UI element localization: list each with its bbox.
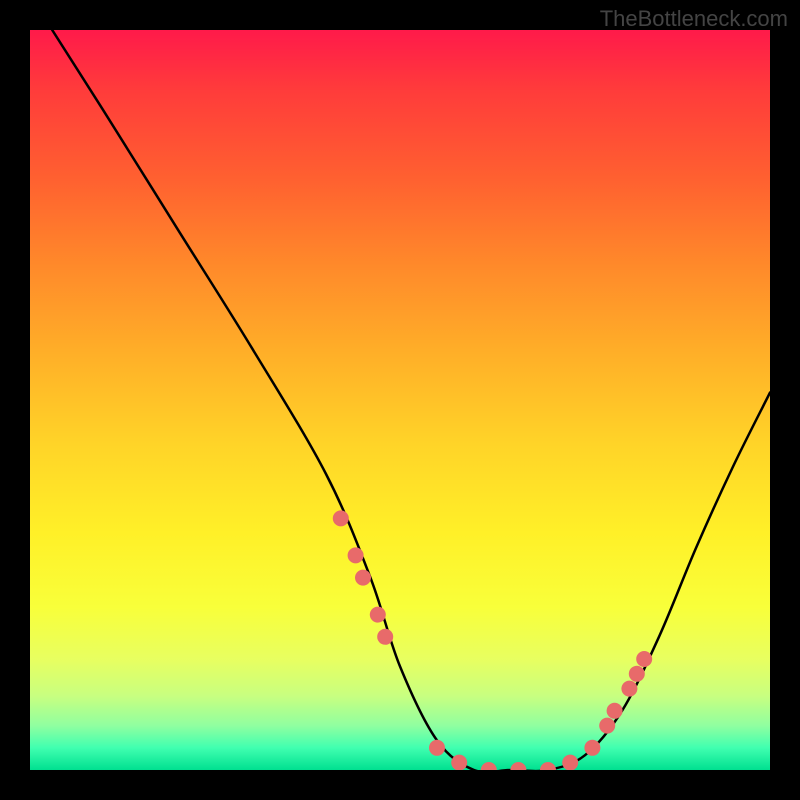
marker-dot — [584, 740, 600, 756]
marker-dot — [540, 762, 556, 770]
watermark-text: TheBottleneck.com — [600, 6, 788, 32]
chart-plot-area — [30, 30, 770, 770]
bottleneck-curve-line — [52, 30, 770, 770]
marker-dot — [348, 547, 364, 563]
chart-svg — [30, 30, 770, 770]
marker-dot — [562, 755, 578, 770]
marker-dot — [370, 607, 386, 623]
marker-dot — [481, 762, 497, 770]
marker-dot — [333, 510, 349, 526]
marker-dots-group — [333, 510, 652, 770]
marker-dot — [429, 740, 445, 756]
marker-dot — [355, 570, 371, 586]
marker-dot — [607, 703, 623, 719]
marker-dot — [599, 718, 615, 734]
marker-dot — [629, 666, 645, 682]
marker-dot — [621, 681, 637, 697]
marker-dot — [510, 762, 526, 770]
marker-dot — [451, 755, 467, 770]
marker-dot — [636, 651, 652, 667]
marker-dot — [377, 629, 393, 645]
